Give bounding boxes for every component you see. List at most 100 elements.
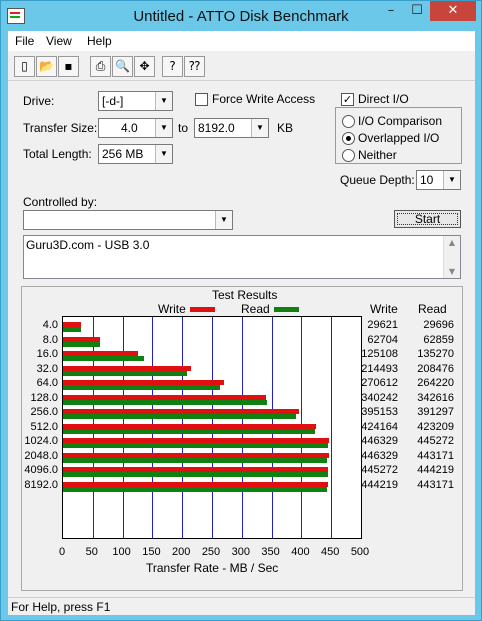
force-write-label: Force Write Access xyxy=(212,92,316,106)
y-tick-label: 4096.0 xyxy=(24,464,58,476)
write-value: 424164 xyxy=(361,420,398,433)
io-comparison-label: I/O Comparison xyxy=(358,114,443,128)
y-tick-label: 8192.0 xyxy=(24,478,58,491)
menu-file[interactable]: File xyxy=(15,34,34,48)
minimize-button[interactable]: – xyxy=(378,1,404,21)
read-bar xyxy=(63,356,144,361)
move-icon[interactable]: ✥ xyxy=(134,56,155,77)
title-bar[interactable]: Untitled - ATTO Disk Benchmark – ☐ ✕ xyxy=(1,1,481,31)
x-tick-label: 300 xyxy=(231,546,250,558)
x-tick-label: 400 xyxy=(291,546,310,558)
read-bar xyxy=(63,428,316,434)
drive-select[interactable]: [-d-] ▼ xyxy=(98,91,173,111)
print-icon[interactable]: ⎙ xyxy=(90,56,111,77)
write-value: 214493 xyxy=(361,362,398,375)
new-icon[interactable]: ▯ xyxy=(14,56,35,77)
context-help-icon[interactable]: ⁇ xyxy=(184,56,205,77)
read-value: 135270 xyxy=(417,348,454,360)
menu-view[interactable]: View xyxy=(46,34,72,48)
transfer-size-label: Transfer Size: xyxy=(23,121,98,135)
legend-write-label: Write xyxy=(158,302,186,316)
direct-io-checkbox[interactable]: ✓ xyxy=(341,93,354,106)
save-icon[interactable]: ▪ xyxy=(58,56,79,77)
help-icon[interactable]: ? xyxy=(162,56,183,77)
overlapped-io-radio[interactable] xyxy=(342,132,355,145)
y-tick-label: 512.0 xyxy=(30,420,58,433)
read-bar xyxy=(63,443,329,448)
write-value: 340242 xyxy=(361,391,398,404)
queue-depth-value: 10 xyxy=(420,173,434,187)
read-value: 443171 xyxy=(417,478,454,491)
write-value: 62704 xyxy=(367,333,398,346)
status-bar: For Help, press F1 xyxy=(8,597,475,616)
read-value: 423209 xyxy=(417,420,454,433)
scroll-down-icon[interactable]: ▼ xyxy=(444,267,460,276)
menu-help[interactable]: Help xyxy=(87,34,112,48)
controlled-by-select[interactable]: ▼ xyxy=(23,210,233,230)
x-tick-label: 250 xyxy=(201,546,221,558)
plot-area xyxy=(62,316,362,539)
chevron-down-icon: ▼ xyxy=(155,92,172,110)
chevron-down-icon: ▼ xyxy=(155,119,172,137)
x-tick-label: 450 xyxy=(321,546,340,558)
x-tick-label: 350 xyxy=(261,546,280,558)
overlapped-io-label: Overlapped I/O xyxy=(358,131,440,145)
transfer-size-to-select[interactable]: 8192.0 ▼ xyxy=(194,118,269,138)
write-value: 395153 xyxy=(361,406,398,418)
close-button[interactable]: ✕ xyxy=(430,1,476,21)
total-length-select[interactable]: 256 MB ▼ xyxy=(98,144,173,164)
neither-label: Neither xyxy=(358,148,397,162)
read-bar xyxy=(63,472,328,477)
write-value: 270612 xyxy=(361,377,398,389)
force-write-checkbox[interactable] xyxy=(195,93,208,106)
y-tick-label: 16.0 xyxy=(36,348,58,360)
read-value: 208476 xyxy=(417,362,454,375)
description-textarea[interactable]: Guru3D.com - USB 3.0 ▲ ▼ xyxy=(23,235,461,279)
write-value: 445272 xyxy=(361,464,398,476)
scroll-up-icon[interactable]: ▲ xyxy=(444,238,460,247)
legend-write-swatch xyxy=(190,307,215,312)
app-window: Untitled - ATTO Disk Benchmark – ☐ ✕ Fil… xyxy=(0,0,482,621)
direct-io-label: Direct I/O xyxy=(358,92,409,106)
chevron-down-icon: ▼ xyxy=(215,211,232,229)
write-value: 446329 xyxy=(361,435,398,447)
read-value: 29696 xyxy=(423,319,454,331)
read-bar xyxy=(63,457,328,463)
read-value: 391297 xyxy=(417,406,454,418)
chevron-down-icon: ▼ xyxy=(155,145,172,163)
maximize-button[interactable]: ☐ xyxy=(404,1,430,21)
y-tick-label: 128.0 xyxy=(30,391,58,404)
read-bar xyxy=(63,327,81,332)
transfer-size-from-select[interactable]: 4.0 ▼ xyxy=(98,118,173,138)
y-tick-label: 256.0 xyxy=(30,406,58,418)
legend-read-swatch xyxy=(274,307,299,312)
read-column-header: Read xyxy=(418,302,447,316)
description-scrollbar[interactable]: ▲ ▼ xyxy=(443,236,460,278)
write-value: 444219 xyxy=(361,478,398,491)
io-comparison-radio[interactable] xyxy=(342,115,355,128)
read-bar xyxy=(63,370,188,376)
drive-label: Drive: xyxy=(23,94,55,108)
read-bar xyxy=(63,414,297,419)
total-length-value: 256 MB xyxy=(102,147,144,161)
description-text: Guru3D.com - USB 3.0 xyxy=(26,238,150,252)
y-tick-label: 32.0 xyxy=(36,362,58,375)
read-value: 264220 xyxy=(417,377,454,389)
gridline xyxy=(331,317,332,538)
transfer-size-to-label: to xyxy=(178,121,189,135)
open-icon[interactable]: 📂 xyxy=(36,56,57,77)
start-button[interactable]: Start xyxy=(394,210,461,228)
toolbar: ▯ 📂 ▪ ⎙ 🔍 ✥ ? ⁇ xyxy=(8,52,475,81)
neither-radio[interactable] xyxy=(342,149,355,162)
chevron-down-icon: ▼ xyxy=(443,171,460,189)
print-preview-icon[interactable]: 🔍 xyxy=(112,56,133,77)
read-bar xyxy=(63,385,221,390)
test-results-panel: Test Results Write Read Write Read 4.0 8.… xyxy=(21,286,463,591)
read-value: 444219 xyxy=(417,464,454,476)
read-value: 62859 xyxy=(423,333,454,346)
x-tick-label: 100 xyxy=(112,546,131,558)
chevron-down-icon: ▼ xyxy=(251,119,268,137)
legend-read-label: Read xyxy=(241,302,270,316)
queue-depth-select[interactable]: 10 ▼ xyxy=(416,170,461,190)
client-area: File View Help ▯ 📂 ▪ ⎙ 🔍 ✥ ? ⁇ Drive: [-… xyxy=(8,31,475,615)
